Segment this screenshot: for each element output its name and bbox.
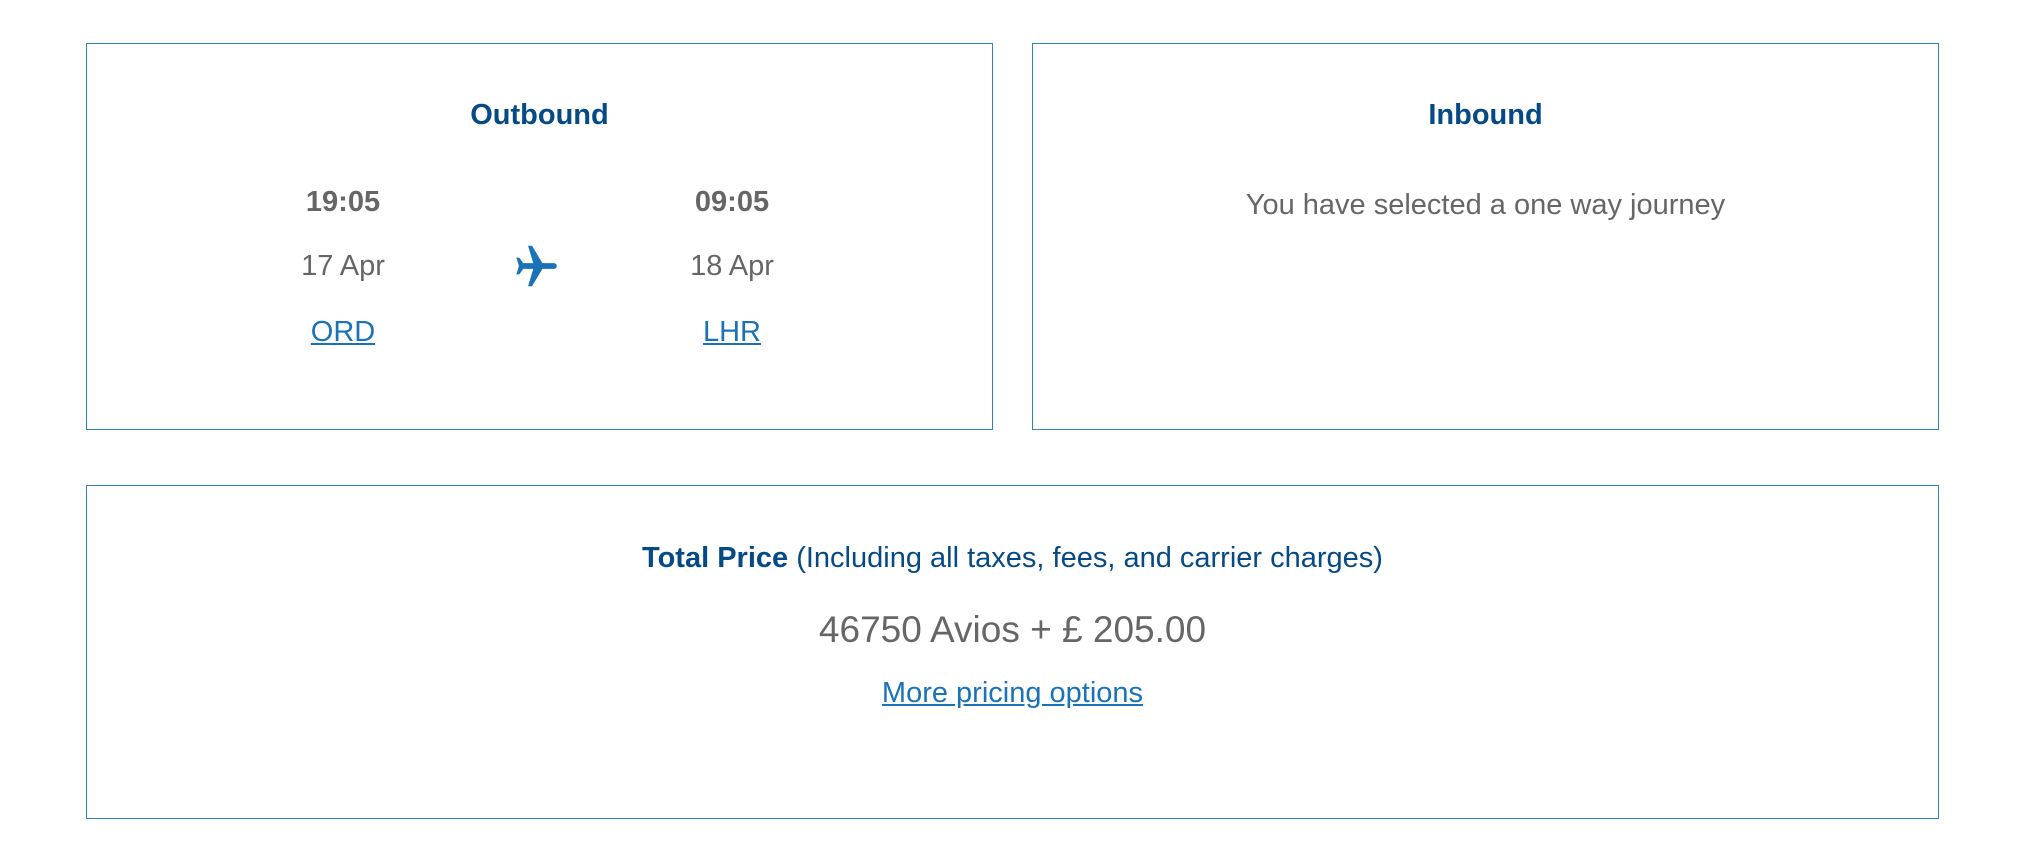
arrival-info: 09:05 18 Apr LHR [632, 184, 832, 350]
total-price-panel: Total Price (Including all taxes, fees, … [86, 485, 1939, 819]
price-note: (Including all taxes, fees, and carrier … [796, 542, 1383, 574]
more-pricing-options: More pricing options [87, 677, 1938, 710]
departure-date: 17 Apr [301, 250, 385, 282]
arrival-airport-link[interactable]: LHR [703, 316, 761, 348]
total-price-label: Total Price [642, 542, 789, 574]
arrival-date: 18 Apr [690, 250, 774, 282]
arrival-time: 09:05 [694, 186, 770, 218]
departure-time: 19:05 [305, 186, 381, 218]
outbound-title: Outbound [470, 99, 609, 131]
departure-airport-link[interactable]: ORD [311, 316, 375, 348]
inbound-panel: Inbound You have selected a one way jour… [1032, 43, 1939, 430]
plane-icon [516, 245, 557, 287]
departure-airport: ORD [243, 314, 443, 350]
price-amount: 46750 Avios + £ 205.00 [818, 609, 1207, 650]
one-way-message: You have selected a one way journey [1245, 189, 1726, 221]
outbound-panel: Outbound 19:05 17 Apr ORD 09:05 18 Apr L… [86, 43, 993, 430]
inbound-title: Inbound [1428, 99, 1543, 131]
price-heading: Total Price (Including all taxes, fees, … [87, 542, 1938, 575]
arrival-airport: LHR [632, 314, 832, 350]
more-pricing-options-link[interactable]: More pricing options [882, 677, 1143, 709]
departure-info: 19:05 17 Apr ORD [243, 184, 443, 350]
